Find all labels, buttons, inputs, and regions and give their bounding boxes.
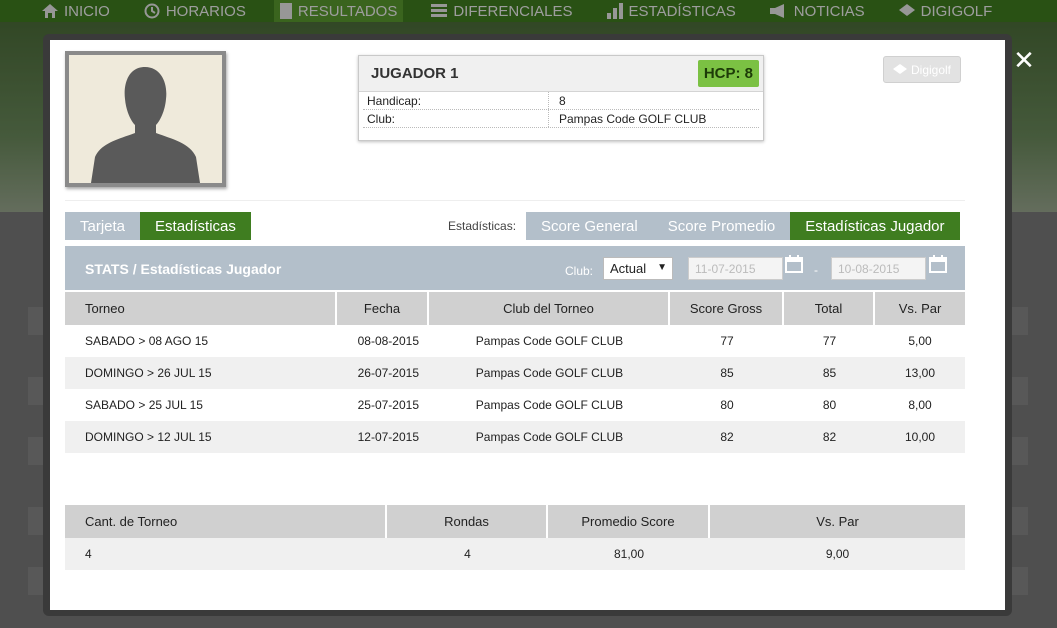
cell-fecha: 25-07-2015	[357, 398, 419, 412]
table-row[interactable]: SABADO > 08 AGO 15 08-08-2015 Pampas Cod…	[65, 325, 965, 357]
club-value: Pampas Code GOLF CLUB	[559, 111, 707, 126]
cell-total: 80	[822, 398, 837, 412]
close-icon[interactable]: ✕	[1010, 45, 1038, 75]
cell-fecha: 26-07-2015	[337, 357, 429, 389]
col-header-total[interactable]: Total	[784, 292, 875, 325]
hcp-badge: HCP: 8	[697, 60, 759, 87]
cell-score-gross: 80	[720, 398, 734, 412]
col-header-vs-par: Vs. Par	[710, 505, 965, 538]
handicap-label: Handicap:	[363, 92, 549, 109]
calendar-icon[interactable]	[785, 255, 803, 273]
date-range-separator: -	[814, 263, 818, 277]
cell-torneo: SABADO > 25 JUL 15	[85, 398, 203, 412]
date-to-input[interactable]: 10-08-2015	[831, 257, 926, 280]
tab-estadisticas-jugador[interactable]: Estadísticas Jugador	[790, 212, 960, 240]
cell-total: 77	[822, 334, 837, 348]
summary-header-row: Cant. de Torneo Rondas Promedio Score Vs…	[65, 505, 965, 538]
cell-rondas: 4	[387, 538, 548, 570]
avatar	[65, 51, 226, 187]
date-from-input[interactable]: 11-07-2015	[688, 257, 783, 280]
club-row: Club: Pampas Code GOLF CLUB	[363, 110, 759, 128]
table-row[interactable]: DOMINGO > 26 JUL 15 26-07-2015 Pampas Co…	[65, 357, 965, 389]
cell-torneo: SABADO > 08 AGO 15	[85, 334, 209, 348]
cell-vs-par: 13,00	[875, 357, 965, 389]
cell-vs-par: 10,00	[875, 421, 965, 453]
col-header-rondas: Rondas	[387, 505, 548, 538]
cell-total: 85	[784, 357, 875, 389]
divider	[65, 200, 965, 201]
cell-club: Pampas Code GOLF CLUB	[429, 357, 670, 389]
results-table: Torneo Fecha Club del Torneo Score Gross…	[65, 292, 965, 453]
player-stats-modal: JUGADOR 1 HCP: 8 Handicap: 8 Club: Pampa…	[50, 40, 1005, 610]
calendar-icon[interactable]	[929, 255, 947, 273]
cell-fecha: 12-07-2015	[337, 421, 429, 453]
player-name: JUGADOR 1	[371, 65, 459, 82]
dropdown-arrow-icon: ▼	[657, 262, 667, 273]
cell-score-gross: 82	[670, 421, 784, 453]
cell-cant-torneo: 4	[65, 538, 387, 570]
tab-score-general[interactable]: Score General	[526, 212, 653, 240]
stats-filter-bar: STATS / Estadísticas Jugador Club: Actua…	[65, 246, 965, 290]
club-filter-label: Club:	[565, 264, 594, 278]
cell-promedio-score: 81,00	[548, 538, 710, 570]
col-header-promedio-score: Promedio Score	[548, 505, 710, 538]
stats-title: STATS / Estadísticas Jugador	[85, 261, 282, 277]
cell-club: Pampas Code GOLF CLUB	[475, 398, 624, 412]
cell-club: Pampas Code GOLF CLUB	[429, 421, 670, 453]
player-card-header: JUGADOR 1 HCP: 8	[359, 56, 763, 92]
cell-score-gross: 77	[720, 334, 734, 348]
cell-vs-par: 5,00	[908, 334, 932, 348]
results-header-row: Torneo Fecha Club del Torneo Score Gross…	[65, 292, 965, 325]
tab-tarjeta[interactable]: Tarjeta	[65, 212, 141, 240]
handicap-value: 8	[559, 93, 566, 108]
handicap-row: Handicap: 8	[363, 92, 759, 110]
view-tabs: Tarjeta Estadísticas	[65, 212, 251, 240]
cell-fecha: 08-08-2015	[357, 334, 419, 348]
summary-table: Cant. de Torneo Rondas Promedio Score Vs…	[65, 505, 965, 570]
digigolf-icon	[892, 63, 907, 74]
col-header-vs-par[interactable]: Vs. Par	[875, 292, 965, 325]
cell-vs-par: 8,00	[908, 398, 932, 412]
tab-estadisticas[interactable]: Estadísticas	[140, 212, 251, 240]
stats-tabs-label: Estadísticas:	[448, 219, 517, 233]
col-header-torneo[interactable]: Torneo	[65, 292, 337, 325]
digigolf-button-label: Digigolf	[910, 62, 952, 77]
cell-total: 82	[784, 421, 875, 453]
cell-torneo: DOMINGO > 12 JUL 15	[65, 421, 337, 453]
digigolf-button[interactable]: Digigolf	[883, 56, 961, 83]
club-label: Club:	[363, 110, 549, 127]
col-header-fecha[interactable]: Fecha	[337, 292, 429, 325]
summary-row: 4 4 81,00 9,00	[65, 538, 965, 570]
col-header-score-gross[interactable]: Score Gross	[670, 292, 784, 325]
tab-score-promedio[interactable]: Score Promedio	[652, 212, 791, 240]
cell-vs-par: 9,00	[710, 538, 965, 570]
table-row[interactable]: DOMINGO > 12 JUL 15 12-07-2015 Pampas Co…	[65, 421, 965, 453]
person-silhouette-icon	[91, 67, 200, 183]
player-card: JUGADOR 1 HCP: 8 Handicap: 8 Club: Pampa…	[358, 55, 764, 141]
table-row[interactable]: SABADO > 25 JUL 15 25-07-2015 Pampas Cod…	[65, 389, 965, 421]
cell-torneo: DOMINGO > 26 JUL 15	[65, 357, 337, 389]
col-header-cant-torneo: Cant. de Torneo	[65, 505, 387, 538]
club-select[interactable]: Actual ▼	[603, 257, 673, 280]
cell-score-gross: 85	[670, 357, 784, 389]
cell-club: Pampas Code GOLF CLUB	[475, 334, 624, 348]
club-select-value: Actual	[610, 261, 647, 276]
stats-tabs: Score General Score Promedio Estadística…	[526, 212, 960, 240]
col-header-club[interactable]: Club del Torneo	[429, 292, 670, 325]
